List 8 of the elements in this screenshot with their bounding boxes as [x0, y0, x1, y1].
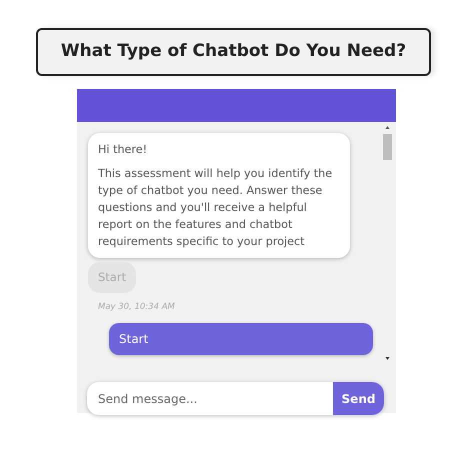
send-button[interactable]: Send — [333, 382, 384, 415]
page-title: What Type of Chatbot Do You Need? — [36, 28, 431, 76]
message-text: Hi there! — [98, 142, 148, 158]
message-field[interactable]: Send message... Send — [87, 382, 384, 415]
scrollbar[interactable] — [383, 124, 392, 362]
message-timestamp: May 30, 10:34 AM — [98, 301, 176, 314]
message-text: This assessment will help you identify the type of chatbot you need. Answer these questions and you'll receive a helpful report on the features and chatbot requirements specific to your project — [98, 166, 334, 250]
user-message-bubble: Start — [109, 323, 373, 355]
